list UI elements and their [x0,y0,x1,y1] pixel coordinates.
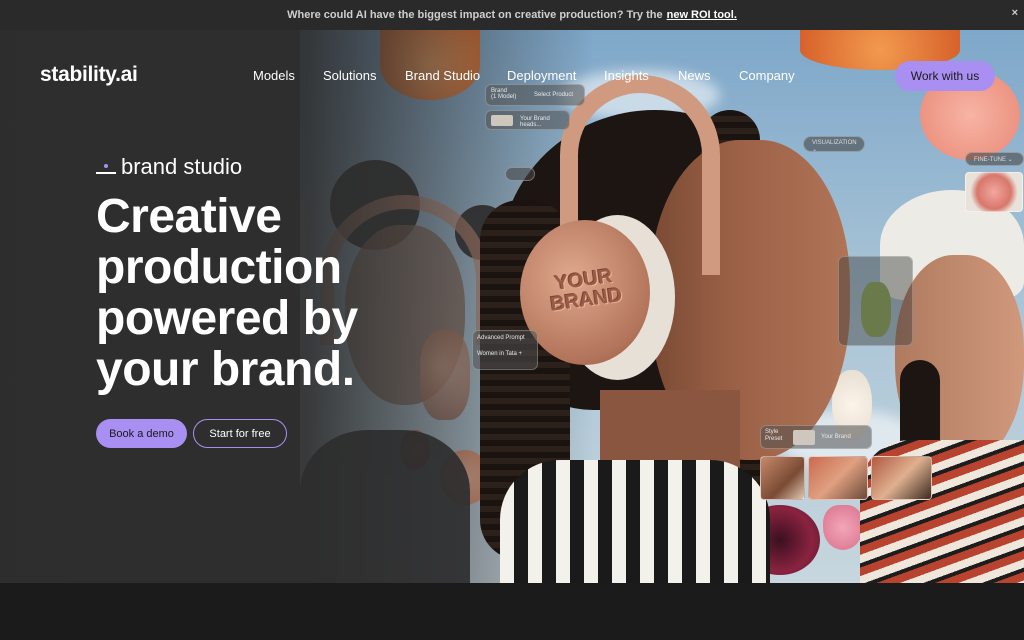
hero-headline: Creative production powered by your bran… [96,191,358,395]
nav-brand-studio[interactable]: Brand Studio [405,68,480,83]
book-demo-button[interactable]: Book a demo [96,419,187,448]
nav-insights[interactable]: Insights [604,68,649,83]
nav-models[interactable]: Models [253,68,295,83]
start-free-button[interactable]: Start for free [193,419,287,448]
style-preset-panel: Style Preset Your Brand [760,425,872,449]
style-thumbnail [808,456,868,500]
small-control-pill [505,167,535,181]
headline-line: production [96,241,342,294]
banner-text: Where could AI have the biggest impact o… [287,9,663,21]
nav-deployment[interactable]: Deployment [507,68,576,83]
work-with-us-button[interactable]: Work with us [895,61,995,91]
brand-studio-eyebrow: brand studio [96,154,242,180]
stability-logo[interactable]: stability.ai [40,63,138,87]
brand-studio-mark-icon [96,160,116,174]
headline-line: your brand. [96,343,355,396]
figure-preview-panel [838,256,913,346]
nav-news[interactable]: News [678,68,711,83]
roi-tool-link[interactable]: new ROI tool. [667,9,737,21]
headline-line: Creative [96,190,282,243]
visualization-pill: VISUALIZATION ⌄ [803,136,865,153]
headline-line: powered by [96,292,358,345]
brand-studio-label: brand studio [121,154,243,179]
page-bottom-section [0,583,1024,640]
brand-select-panel: Brand (1 Model) Select Product [485,84,585,106]
nav-solutions[interactable]: Solutions [323,68,376,83]
close-icon[interactable]: × [1012,7,1018,19]
your-brand-product-panel: Your Brand heads... [485,110,570,130]
style-thumbnail [760,456,805,500]
flower-thumbnail [965,172,1023,212]
nav-company[interactable]: Company [739,68,795,83]
announcement-banner: Where could AI have the biggest impact o… [0,0,1024,30]
advanced-prompt-panel: Advanced Prompt Women in Tata + [472,330,538,370]
style-thumbnail [871,456,932,500]
fine-tune-pill: FINE-TUNE ⌄ [965,152,1024,166]
